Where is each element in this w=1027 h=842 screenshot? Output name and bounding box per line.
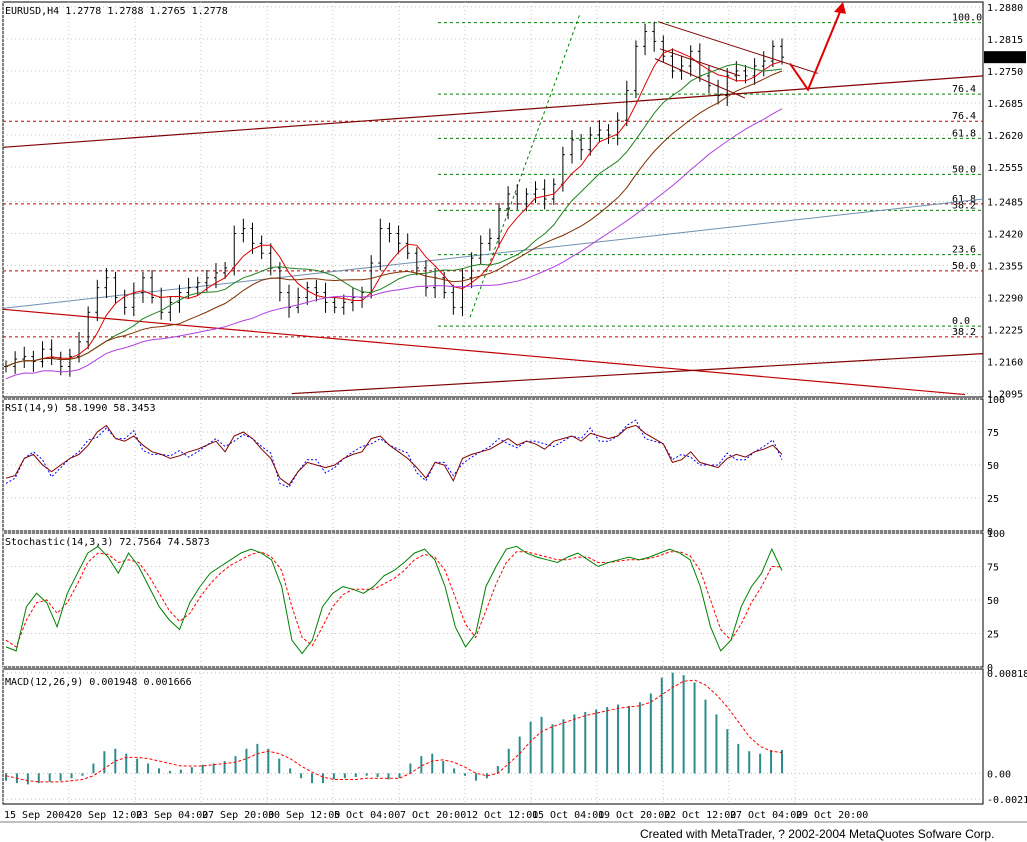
fib-red-label: 61.8: [952, 194, 976, 205]
last-price-label: 1.2778: [986, 53, 1022, 64]
stoch-tick-label: 25: [987, 630, 999, 641]
price-pane-title: EURUSD,H4 1.2778 1.2788 1.2765 1.2778: [5, 6, 228, 17]
chart-canvas[interactable]: 15 Sep 2004 20 Sep 12:0023 Sep 04:0027 Se…: [0, 0, 1027, 842]
metatrader-chart-window: 15 Sep 2004 20 Sep 12:00 23 Sep 04:00 27 Se…: [0, 0, 1027, 842]
rsi-tick-label: 25: [987, 494, 999, 505]
stoch-tick-label: 100: [987, 529, 1005, 540]
trendline-upper: [2, 75, 984, 148]
x-tick-label: 15 Sep 2004: [4, 810, 70, 821]
rsi-tick-label: 100: [987, 395, 1005, 406]
rsi-tick-label: 50: [987, 461, 999, 472]
price-tick-label: 1.2750: [987, 67, 1023, 78]
price-tick-label: 1.2685: [987, 99, 1023, 110]
ma-violet-line: [5, 108, 783, 380]
trendline-lower: [291, 353, 984, 395]
price-tick-label: 1.2290: [987, 294, 1023, 305]
rsi-pane-frame: [2, 398, 984, 532]
macd-tick-label: 0.00818: [987, 669, 1027, 680]
price-tick-label: 1.2555: [987, 163, 1023, 174]
fib-green-label: 0.0: [952, 316, 970, 327]
x-tick-label: 27 Oct 04:00: [730, 810, 802, 821]
stochastic-pane-title: Stochastic(14,3,3) 72.7564 74.5873: [5, 537, 210, 548]
x-tick-label: 5 Oct 04:00: [334, 810, 400, 821]
price-tick-label: 1.2620: [987, 131, 1023, 142]
x-tick-label: 27 Sep 20:00: [202, 810, 274, 821]
trendline-falling: [2, 308, 966, 396]
x-tick-label: 30 Sep 12:00: [268, 810, 340, 821]
rsi-signal-line: [5, 419, 783, 489]
macd-tick-label: 0.00: [987, 769, 1011, 780]
forecast-arrow: [789, 11, 841, 92]
x-tick-label: 29 Oct 20:00: [796, 810, 868, 821]
price-tick-label: 1.2880: [987, 3, 1023, 14]
ma-slow-line: [5, 70, 783, 367]
price-tick-label: 1.2355: [987, 261, 1023, 272]
stoch-tick-label: 50: [987, 596, 999, 607]
fib-red-label: 50.0: [952, 261, 976, 272]
macd-pane-frame: [2, 668, 984, 805]
macd-signal-line: [5, 679, 783, 783]
price-tick-label: 1.2225: [987, 326, 1023, 337]
ma-mid-line: [5, 63, 783, 367]
macd-pane-title: MACD(12,26,9) 0.001948 0.001666: [5, 677, 192, 688]
credit-text: Created with MetaTrader, ? 2002-2004 Met…: [640, 827, 995, 841]
x-tick-label: 7 Oct 20:00: [400, 810, 466, 821]
forecast-arrowhead: [834, 2, 846, 14]
price-tick-label: 1.2815: [987, 35, 1023, 46]
stoch-tick-label: 75: [987, 563, 999, 574]
x-tick-label: 19 Oct 20:00: [598, 810, 670, 821]
rsi-pane-title: RSI(14,9) 58.1990 58.3453: [5, 403, 156, 414]
stochastic-pane-frame: [2, 532, 984, 668]
fib-green-label: 61.8: [952, 128, 976, 139]
fib-green-label: 100.0: [952, 13, 982, 24]
x-tick-label: 15 Oct 04:00: [532, 810, 604, 821]
x-tick-label: 20 Sep 12:00: [70, 810, 142, 821]
fib-red-label: 38.2: [952, 327, 976, 338]
fib-green-label: 23.6: [952, 245, 976, 256]
x-tick-label: 22 Oct 12:00: [664, 810, 736, 821]
fib-green-label: 50.0: [952, 164, 976, 175]
price-pane-frame: [2, 1, 984, 398]
fib-green-label: 76.4: [952, 84, 976, 95]
x-tick-label: 12 Oct 12:00: [466, 810, 538, 821]
rsi-tick-label: 75: [987, 428, 999, 439]
ma-fast-line: [5, 48, 783, 367]
macd-tick-label: -0.0021: [987, 795, 1027, 806]
price-tick-label: 1.2420: [987, 229, 1023, 240]
trendline-dashed: [469, 13, 581, 318]
rsi-line: [5, 424, 783, 486]
fib-red-label: 76.4: [952, 111, 976, 122]
price-tick-label: 1.2485: [987, 197, 1023, 208]
x-tick-label: 23 Sep 04:00: [136, 810, 208, 821]
price-tick-label: 1.2160: [987, 358, 1023, 369]
stochastic-k-line: [5, 545, 783, 655]
